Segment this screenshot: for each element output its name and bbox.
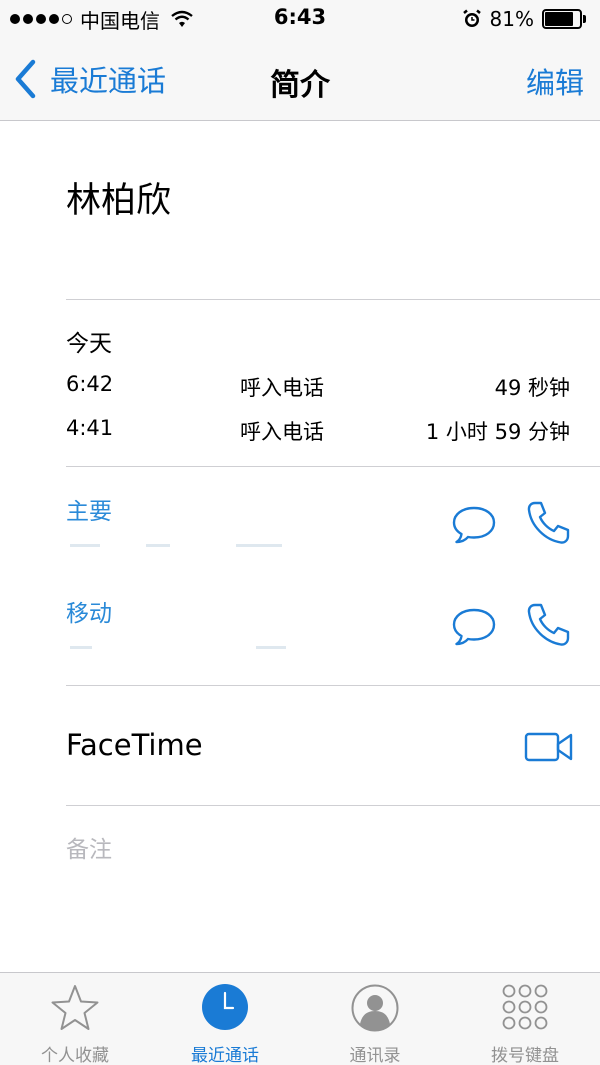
phone-label: 主要: [66, 499, 112, 525]
clock-icon: [202, 984, 248, 1030]
battery-icon: [542, 9, 586, 29]
recent-calls-date: 今天: [66, 331, 112, 357]
divider: [66, 299, 600, 300]
call-type: 呼入电话: [240, 420, 324, 444]
tab-recents[interactable]: 最近通话: [150, 973, 300, 1065]
tab-contacts[interactable]: 通讯录: [300, 973, 450, 1065]
contacts-icon: [351, 984, 399, 1032]
battery-percentage: 81%: [489, 7, 534, 31]
page-title: 简介: [270, 68, 330, 103]
tab-label: 个人收藏: [41, 1046, 109, 1065]
message-icon[interactable]: [450, 504, 498, 546]
alarm-icon: [462, 9, 481, 27]
call-duration: 1 小时 59 分钟: [425, 420, 570, 444]
tab-label: 拨号键盘: [491, 1046, 559, 1065]
phone-icon[interactable]: [526, 500, 572, 546]
message-icon[interactable]: [450, 606, 498, 648]
phone-icon[interactable]: [526, 602, 572, 648]
video-camera-icon[interactable]: [524, 731, 574, 763]
tab-keypad[interactable]: 拨号键盘: [450, 973, 600, 1065]
call-time: 4:41: [66, 416, 114, 440]
phone-number-redacted: [66, 534, 296, 556]
contact-name: 林柏欣: [66, 181, 172, 221]
call-type: 呼入电话: [240, 376, 324, 400]
divider: [66, 805, 600, 806]
phone-number-row[interactable]: 移动: [0, 594, 600, 684]
call-history-row: 4:41 呼入电话 1 小时 59 分钟: [66, 416, 570, 446]
edit-button[interactable]: 编辑: [526, 60, 584, 102]
divider: [66, 466, 600, 467]
phone-label: 移动: [66, 601, 112, 627]
call-time: 6:42: [66, 372, 114, 396]
tab-favorites[interactable]: 个人收藏: [0, 973, 150, 1065]
notes-field[interactable]: 备注: [66, 830, 112, 864]
divider: [66, 685, 600, 686]
call-duration: 49 秒钟: [494, 376, 570, 400]
call-history-row: 6:42 呼入电话 49 秒钟: [66, 372, 570, 402]
tab-label: 最近通话: [191, 1046, 259, 1065]
facetime-label: FaceTime: [66, 728, 203, 762]
tab-bar: 个人收藏 最近通话 通讯录 拨号键盘: [0, 972, 600, 1065]
phone-number-redacted: [66, 636, 296, 658]
star-icon: [51, 985, 99, 1030]
keypad-icon: [502, 984, 548, 1030]
status-bar: 中国电信 6:43 81%: [0, 0, 600, 40]
navigation-bar: 最近通话 简介 编辑: [0, 40, 600, 121]
status-bar-right: 81%: [462, 7, 586, 31]
phone-number-row[interactable]: 主要: [0, 492, 600, 582]
tab-label: 通讯录: [349, 1046, 401, 1065]
